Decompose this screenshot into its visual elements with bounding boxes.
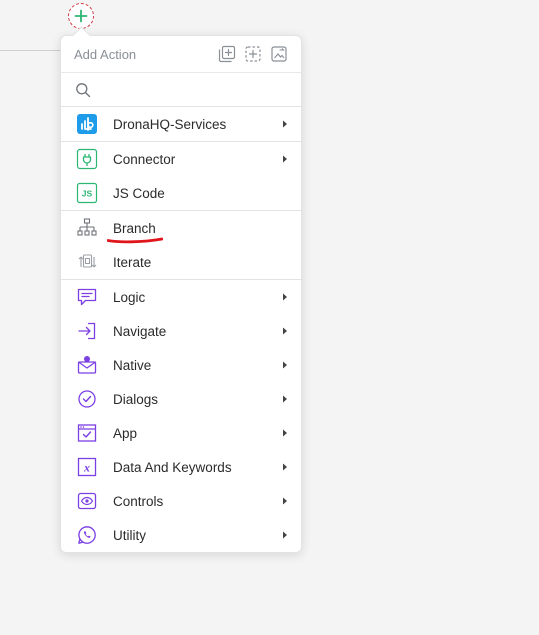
menu-item-logic[interactable]: Logic (61, 280, 301, 314)
menu-item-dialogs[interactable]: Dialogs (61, 382, 301, 416)
menu-item-dronahq-services[interactable]: DronaHQ-Services (61, 107, 301, 141)
menu-group: Logic Navigate Native Dialogs App x Data… (61, 280, 301, 552)
menu-item-data-and-keywords[interactable]: x Data And Keywords (61, 450, 301, 484)
menu-item-connector[interactable]: Connector (61, 142, 301, 176)
js-icon: JS (76, 182, 98, 204)
logic-icon (76, 286, 98, 308)
menu-item-label: Connector (113, 151, 176, 167)
header-icon-group (217, 44, 289, 64)
menu-item-controls[interactable]: Controls (61, 484, 301, 518)
search-input[interactable] (97, 76, 287, 103)
popup-title: Add Action (74, 46, 137, 62)
menu-item-label: JS Code (113, 185, 165, 201)
menu-item-app[interactable]: App (61, 416, 301, 450)
menu-item-label: Controls (113, 493, 164, 509)
menu-item-utility[interactable]: Utility (61, 518, 301, 552)
chevron-right-icon (279, 153, 291, 165)
menu-item-label: Branch (113, 220, 156, 236)
workflow-canvas: Add Action DronaHQ-Services Connector JS… (0, 0, 539, 635)
red-underline-annotation (107, 237, 163, 244)
branch-icon (76, 217, 98, 239)
menu-item-label: Data And Keywords (113, 459, 232, 475)
plus-icon (74, 9, 88, 23)
menu-item-label: App (113, 425, 138, 441)
select-area-icon[interactable] (243, 44, 263, 64)
menu-item-navigate[interactable]: Navigate (61, 314, 301, 348)
menu-group: Branch Iterate (61, 211, 301, 280)
data-keywords-icon: x (76, 456, 98, 478)
menu-item-branch[interactable]: Branch (61, 211, 301, 245)
search-row (61, 73, 301, 107)
flow-connector-line (0, 50, 60, 51)
chevron-right-icon (279, 359, 291, 371)
add-box-icon[interactable] (217, 44, 237, 64)
image-swap-icon[interactable] (269, 44, 289, 64)
iterate-icon (76, 251, 98, 273)
navigate-icon (76, 320, 98, 342)
chevron-right-icon (279, 118, 291, 130)
chevron-right-icon (279, 461, 291, 473)
dialogs-icon (76, 388, 98, 410)
menu-item-label: Dialogs (113, 391, 159, 407)
menu-item-label: Iterate (113, 254, 152, 270)
app-icon (76, 422, 98, 444)
dronahq-icon (76, 113, 98, 135)
menu-item-label: Navigate (113, 323, 167, 339)
search-icon (76, 82, 91, 97)
menu-item-label: Logic (113, 289, 146, 305)
menu-item-label: Utility (113, 527, 146, 543)
utility-icon (76, 524, 98, 546)
chevron-right-icon (279, 427, 291, 439)
menu-item-native[interactable]: Native (61, 348, 301, 382)
native-icon (76, 354, 98, 376)
svg-text:JS: JS (82, 189, 93, 199)
add-action-popup: Add Action DronaHQ-Services Connector JS… (60, 26, 302, 553)
controls-icon (76, 490, 98, 512)
chevron-right-icon (279, 393, 291, 405)
menu-item-label: DronaHQ-Services (113, 116, 227, 132)
menu-group: DronaHQ-Services (61, 107, 301, 142)
menu-item-js-code[interactable]: JS JS Code (61, 176, 301, 210)
chevron-right-icon (279, 495, 291, 507)
popup-header: Add Action (61, 36, 301, 73)
chevron-right-icon (279, 291, 291, 303)
menu-group: Connector JS JS Code (61, 142, 301, 211)
plug-icon (76, 148, 98, 170)
menu-item-label: Native (113, 357, 152, 373)
svg-text:x: x (83, 461, 90, 475)
chevron-right-icon (279, 529, 291, 541)
chevron-right-icon (279, 325, 291, 337)
menu-item-iterate[interactable]: Iterate (61, 245, 301, 279)
